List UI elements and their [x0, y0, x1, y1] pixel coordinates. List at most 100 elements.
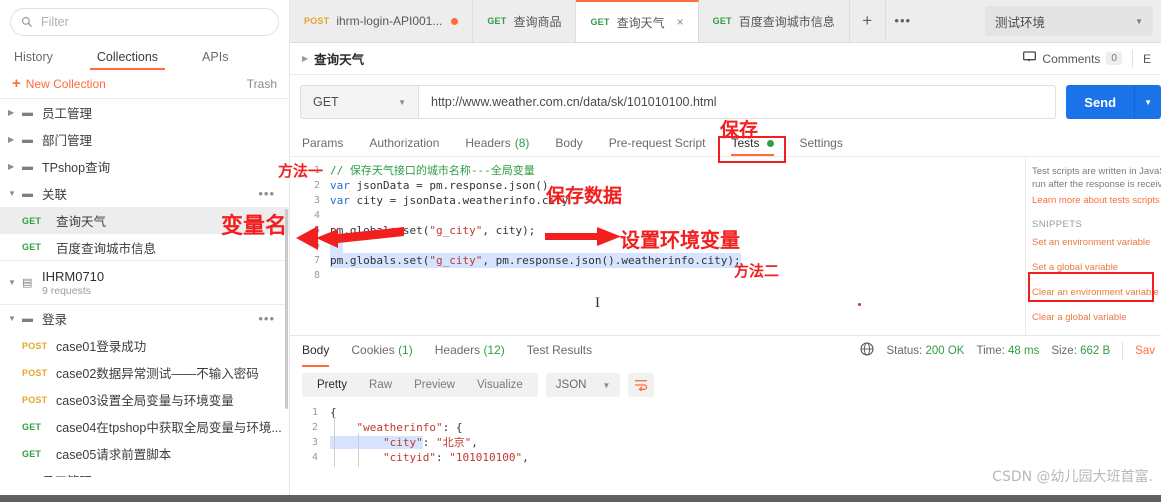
format-tab-visualize[interactable]: Visualize — [466, 379, 534, 391]
examples-button[interactable]: E — [1143, 52, 1151, 66]
code-line: 7 pm.globals.set("g_city", pm.response.js… — [290, 253, 1025, 268]
trash-button[interactable]: Trash — [247, 77, 277, 91]
send-button[interactable]: Send — [1066, 85, 1135, 119]
tree-request-case01[interactable]: POST case01登录成功 — [0, 332, 289, 359]
new-collection-button[interactable]: + New Collection — [12, 76, 106, 91]
json-key: "city" — [330, 436, 423, 449]
send-options-button[interactable]: ▼ — [1134, 85, 1161, 119]
size-label: Size: — [1051, 344, 1077, 357]
tests-editor-area: 1 // 保存天气接口的城市名称---全局变量 2 var jsonData = p… — [290, 157, 1161, 335]
tree-folder-employee-mgmt[interactable]: ▶ ▬ 员工管理 — [0, 99, 289, 126]
status-label: Status: — [886, 344, 923, 357]
folder-menu-icon[interactable]: ••• — [258, 187, 275, 200]
tree-collection-ihrm0710[interactable]: ▼ ▤ IHRM0710 9 requests — [0, 261, 289, 305]
format-tab-pretty[interactable]: Pretty — [306, 379, 358, 391]
environment-label: 测试环境 — [995, 15, 1046, 30]
tab-label: 查询商品 — [513, 14, 562, 29]
tree-request-case03[interactable]: POST case03设置全局变量与环境变量 — [0, 386, 289, 413]
tree-label: 关联 — [42, 188, 68, 202]
method-badge: POST — [22, 340, 48, 351]
tree-request-case05[interactable]: GET case05请求前置脚本 — [0, 440, 289, 467]
tab-settings[interactable]: Settings — [800, 136, 843, 156]
new-tab-button[interactable]: + — [850, 0, 886, 42]
chevron-right-icon: ▶ — [302, 54, 309, 63]
json-value: "101010100" — [449, 451, 523, 464]
sidebar-tab-apis[interactable]: APIs — [202, 50, 228, 70]
tab-label: ihrm-login-API001... — [336, 14, 443, 28]
line-number: 3 — [313, 195, 320, 206]
tab-pre-request-script[interactable]: Pre-request Script — [609, 136, 706, 156]
save-response-button[interactable]: Sav — [1135, 345, 1155, 357]
learn-more-link[interactable]: Learn more about tests scripts — [1032, 194, 1161, 207]
content-type-select[interactable]: JSON ▼ — [545, 373, 621, 397]
snippet-set-global-variable[interactable]: Set a global variable — [1032, 261, 1161, 274]
tree-request-baidu-city[interactable]: GET 百度查询城市信息 — [0, 234, 289, 261]
comments-button[interactable]: Comments 0 — [1023, 51, 1122, 66]
response-tab-cookies[interactable]: Cookies (1) — [351, 343, 412, 359]
close-icon[interactable]: × — [677, 15, 684, 29]
snippet-clear-environment-variable[interactable]: Clear an environment variable — [1032, 286, 1161, 299]
tree-folder-employee-mgmt-2[interactable]: ▶ ▬ 员工管理 — [0, 467, 289, 478]
chevron-down-icon: ▼ — [8, 189, 16, 198]
response-format-bar: Pretty Raw Preview Visualize JSON ▼ — [290, 365, 1161, 403]
annotation-arrow-to-env-variable — [545, 227, 621, 246]
search-input[interactable]: Filter — [10, 8, 279, 36]
response-tab-body[interactable]: Body — [302, 343, 330, 367]
status-group: Status: 200 OK — [886, 345, 964, 357]
tree-request-case02[interactable]: POST case02数据异常测试——不输入密码 — [0, 359, 289, 386]
tab-headers-label: Headers — [465, 136, 511, 150]
tab-query-product[interactable]: GET 查询商品 — [473, 0, 577, 42]
collection-actions: + New Collection Trash — [0, 70, 289, 99]
code-text: , pm.response.json().weatherinfo.city); — [482, 254, 741, 267]
tree-folder-dept-mgmt[interactable]: ▶ ▬ 部门管理 — [0, 126, 289, 153]
snippet-clear-global-variable[interactable]: Clear a global variable — [1032, 311, 1161, 324]
tab-params[interactable]: Params — [302, 136, 343, 156]
code-text: city = jsonData.weatherinfo.city — [356, 194, 569, 207]
snippets-description-line2: run after the response is receiv — [1032, 179, 1161, 190]
collection-icon: ▤ — [22, 277, 33, 289]
tab-label: 查询天气 — [616, 15, 665, 30]
plus-icon: + — [12, 75, 21, 92]
method-badge: GET — [590, 17, 610, 27]
tree-folder-login[interactable]: ▼ ▬ 登录 ••• — [0, 305, 289, 332]
snippet-set-environment-variable[interactable]: Set an environment variable — [1032, 236, 1161, 249]
chevron-down-icon: ▼ — [8, 278, 16, 287]
size-value: 662 B — [1080, 344, 1111, 357]
comment-icon — [1023, 51, 1037, 66]
wrap-lines-icon[interactable] — [628, 373, 655, 397]
response-tab-cookies-count: (1) — [398, 342, 413, 357]
text-cursor-icon: I — [595, 295, 600, 311]
environment-selector[interactable]: 测试环境 ▼ — [985, 6, 1153, 36]
url-input[interactable]: http://www.weather.com.cn/data/sk/101010… — [418, 85, 1057, 119]
tab-ihrm-login[interactable]: POST ihrm-login-API001... — [290, 0, 474, 42]
tree-request-case04[interactable]: GET case04在tpshop中获取全局变量与环境... — [0, 413, 289, 440]
tree-folder-tpshop[interactable]: ▶ ▬ TPshop查询 — [0, 153, 289, 180]
response-tab-test-results[interactable]: Test Results — [527, 343, 592, 359]
response-body[interactable]: 1{ 2 "weatherinfo": { 3 "city": "北京", 4 … — [290, 403, 1161, 467]
chevron-right-icon: ▶ — [8, 108, 15, 117]
tab-baidu-city[interactable]: GET 百度查询城市信息 — [698, 0, 850, 42]
sidebar-tab-collections[interactable]: Collections — [89, 50, 166, 70]
tab-authorization[interactable]: Authorization — [369, 136, 439, 156]
tree-request-weather[interactable]: GET 查询天气 — [0, 207, 289, 234]
time-value: 48 ms — [1008, 344, 1040, 357]
format-tab-preview[interactable]: Preview — [403, 379, 466, 391]
tab-body[interactable]: Body — [555, 136, 582, 156]
folder-menu-icon[interactable]: ••• — [258, 312, 275, 325]
tree-folder-guanlian[interactable]: ▼ ▬ 关联 ••• — [0, 180, 289, 207]
method-badge: POST — [22, 367, 48, 378]
response-tab-headers[interactable]: Headers (12) — [435, 343, 505, 359]
tab-query-weather[interactable]: GET 查询天气 × — [576, 0, 699, 42]
tab-headers[interactable]: Headers (8) — [465, 136, 529, 156]
tab-options-icon[interactable]: ••• — [886, 0, 920, 42]
response-meta: Status: 200 OK Time: 48 ms Size: 662 B S… — [860, 341, 1155, 360]
http-method-select[interactable]: GET ▼ — [300, 85, 418, 119]
url-bar: GET ▼ http://www.weather.com.cn/data/sk/… — [290, 75, 1161, 129]
sidebar-tab-history[interactable]: History — [14, 50, 53, 70]
sidebar-scrollbar[interactable] — [285, 209, 288, 409]
tree-label: TPshop查询 — [42, 161, 111, 175]
status-bar — [0, 495, 1161, 502]
tab-tests[interactable]: Tests — [731, 136, 774, 156]
breadcrumb[interactable]: ▶ 查询天气 — [302, 49, 364, 68]
format-tab-raw[interactable]: Raw — [358, 379, 403, 391]
